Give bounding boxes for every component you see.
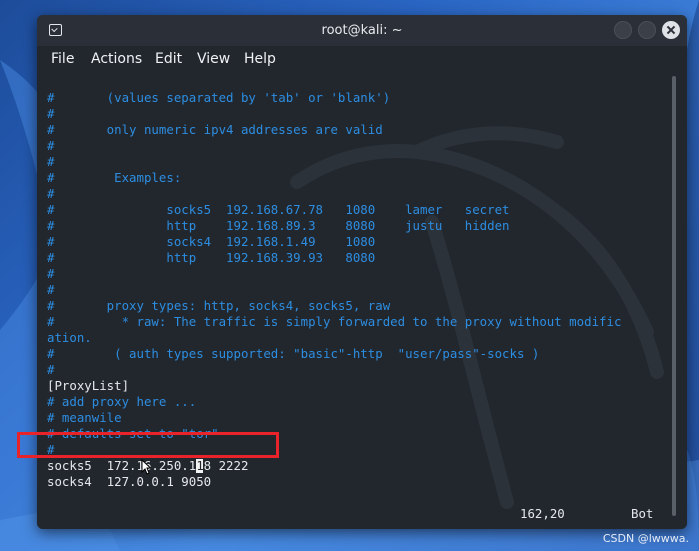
cursor-character: 1 xyxy=(196,458,204,473)
terminal-line: # socks5 192.168.67.78 1080 lamer secret xyxy=(47,202,510,217)
cursor-position-status: 162,20 xyxy=(520,506,565,521)
terminal-line: # http 192.168.89.3 8080 justu hidden xyxy=(47,218,510,233)
terminal-content[interactable]: # (values separated by 'tab' or 'blank')… xyxy=(37,72,687,529)
terminal-line: # meanwile xyxy=(47,410,122,425)
terminal-line: socks4 127.0.0.1 9050 xyxy=(47,474,212,489)
terminal-line: # xyxy=(47,186,55,201)
terminal-line: [ProxyList] xyxy=(47,378,130,393)
terminal-line: # * raw: The traffic is simply forwarded… xyxy=(47,314,622,329)
terminal-line: # socks4 192.168.1.49 1080 xyxy=(47,234,376,249)
menu-help[interactable]: Help xyxy=(244,46,276,72)
terminal-line: # Examples: xyxy=(47,170,182,185)
mouse-pointer-icon xyxy=(141,459,151,475)
terminal-line: # xyxy=(47,282,55,297)
vertical-scrollbar[interactable] xyxy=(669,72,679,524)
terminal-line: # proxy types: http, socks4, socks5, raw xyxy=(47,298,391,313)
menu-bar: File Actions Edit View Help xyxy=(37,46,687,72)
title-bar[interactable]: root@kali: ~ xyxy=(37,15,687,46)
terminal-line: # xyxy=(47,154,55,169)
menu-actions[interactable]: Actions xyxy=(91,46,142,72)
terminal-line: # ( auth types supported: "basic"-http "… xyxy=(47,346,540,361)
csdn-watermark: CSDN @lwwwa. xyxy=(602,532,689,545)
menu-edit[interactable]: Edit xyxy=(155,46,182,72)
scrollbar-thumb[interactable] xyxy=(672,76,676,516)
terminal-line: # only numeric ipv4 addresses are valid xyxy=(47,122,383,137)
terminal-line: # xyxy=(47,106,55,121)
terminal-line: # xyxy=(47,266,55,281)
minimize-button[interactable] xyxy=(614,21,632,39)
menu-view[interactable]: View xyxy=(197,46,230,72)
red-highlight-annotation xyxy=(17,432,279,458)
terminal-line: # (values separated by 'tab' or 'blank') xyxy=(47,90,391,105)
scroll-position-status: Bot xyxy=(631,506,654,521)
terminal-line: ation. xyxy=(47,330,92,345)
terminal-line: # xyxy=(47,138,55,153)
window-title: root@kali: ~ xyxy=(321,23,403,38)
close-button[interactable] xyxy=(662,21,680,39)
terminal-line: # http 192.168.39.93 8080 xyxy=(47,250,376,265)
terminal-line: # xyxy=(47,362,55,377)
terminal-line: # add proxy here ... xyxy=(47,394,197,409)
maximize-button[interactable] xyxy=(638,21,656,39)
menu-file[interactable]: File xyxy=(51,46,74,72)
